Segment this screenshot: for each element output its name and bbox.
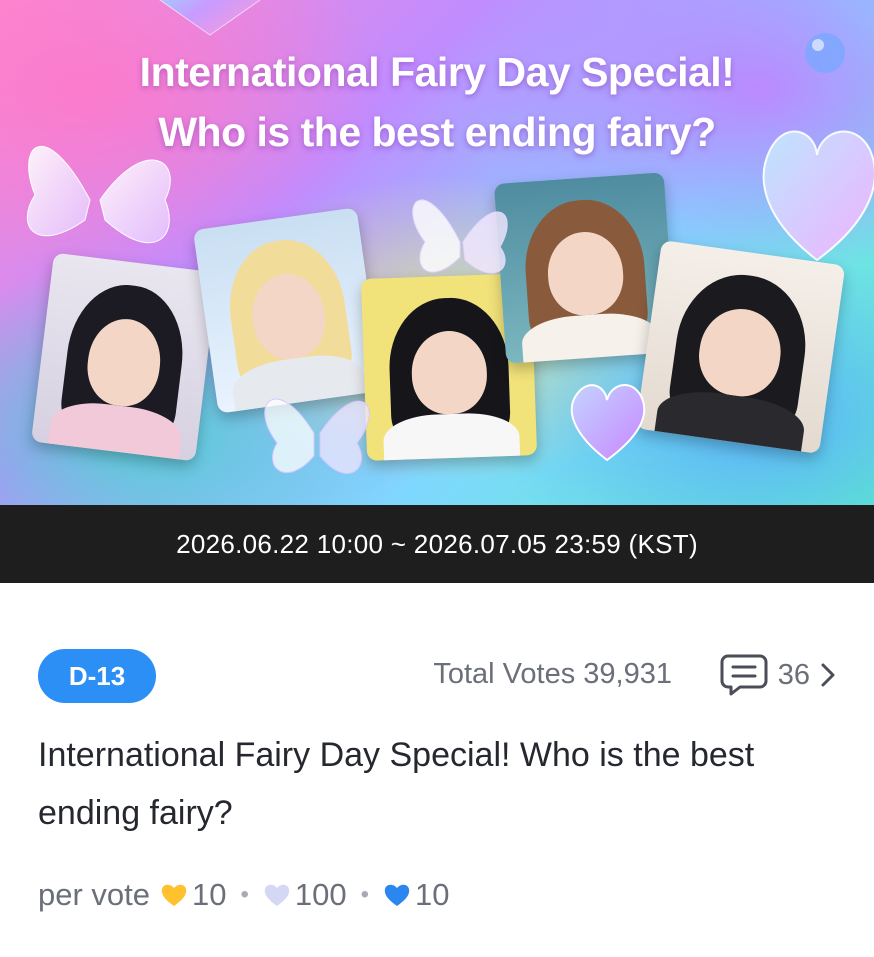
comment-count: 36 [777,658,810,691]
blue-heart-icon [384,884,410,906]
per-vote-value-blue: 10 [415,877,450,912]
per-vote-row: per vote 10 • 100 • 10 [38,872,450,918]
total-votes-label: Total Votes [433,658,576,690]
per-vote-value-gold: 10 [192,877,227,912]
idol-photo-5 [635,240,846,454]
event-period: 2026.06.22 10:00 ~ 2026.07.05 23:59 (KST… [0,505,874,583]
per-vote-label: per vote [38,877,151,912]
comments-button[interactable]: 36 [720,651,836,699]
per-vote-value-lavender: 100 [294,877,347,912]
lavender-heart-icon [264,884,290,906]
idol-photo-1 [31,252,218,462]
crystal-gem-icon [159,0,261,36]
butterfly-icon [412,199,508,274]
vote-title: International Fairy Day Special! Who is … [38,736,755,832]
heart-crystal-icon [570,384,646,462]
chevron-right-icon [821,663,835,687]
d-day-badge: D-13 [38,649,156,703]
comment-icon [720,654,768,696]
banner-title-line2: Who is the best ending fairy? [158,109,716,155]
separator-dot: • [240,881,249,908]
separator-dot: • [360,881,370,908]
total-votes-value: 39,931 [583,658,672,690]
total-votes: Total Votes 39,931 [433,658,672,691]
banner-title-line1: International Fairy Day Special! [139,49,735,95]
banner-title: International Fairy Day Special! Who is … [0,42,874,162]
gold-heart-icon [161,884,187,906]
butterfly-icon [264,398,370,474]
event-banner: International Fairy Day Special! Who is … [0,0,874,505]
vote-meta-row: D-13 Total Votes 39,931 36 [38,646,836,704]
